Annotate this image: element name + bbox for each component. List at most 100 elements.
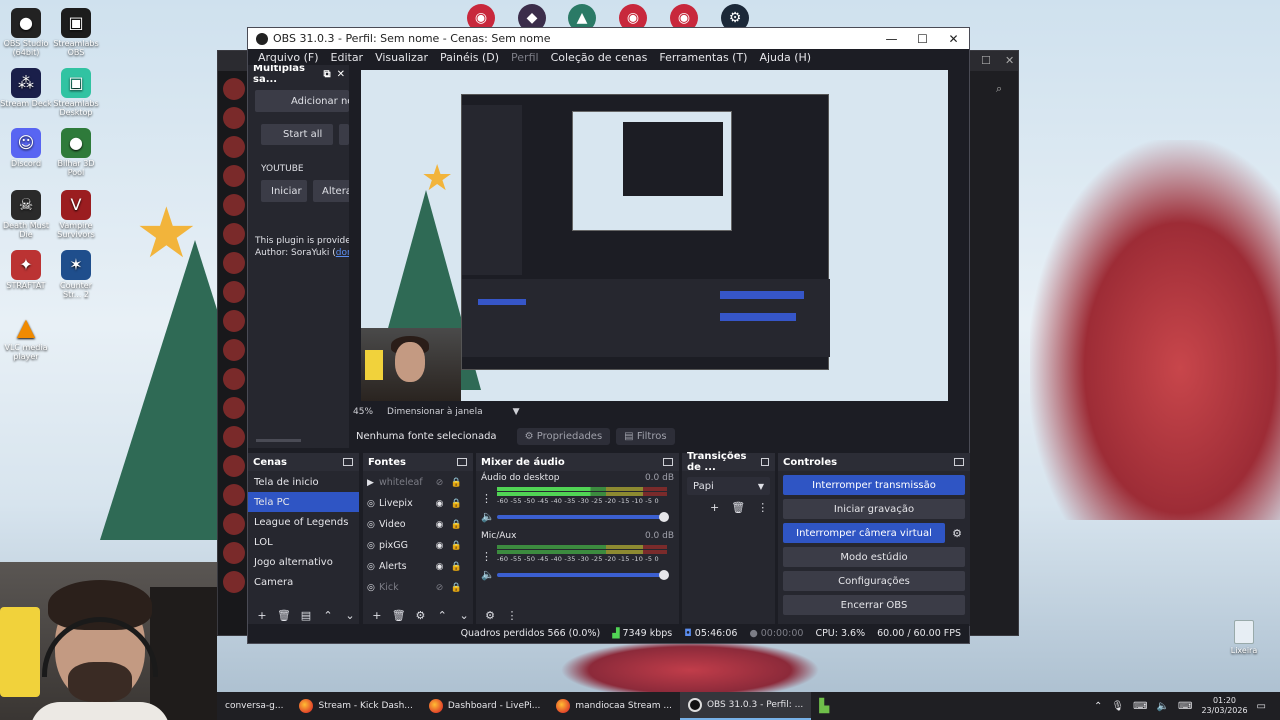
eye-icon[interactable]: ◉ <box>431 520 448 530</box>
desktop-icon-straftat[interactable]: ✦ STRAFTAT <box>0 250 52 291</box>
start-recording-button[interactable]: Iniciar gravação <box>783 499 965 519</box>
taskbar-item[interactable]: conversa-g... <box>217 692 291 720</box>
network-icon[interactable]: ⌨ <box>1133 701 1147 712</box>
source-item[interactable]: ◎ Kick ⊘ 🔒 <box>363 577 473 598</box>
transition-select[interactable]: Papi ▼ <box>687 477 770 495</box>
more-icon[interactable]: ⋮ <box>481 550 493 563</box>
taskbar-item[interactable]: Dashboard - LivePi... <box>421 692 549 720</box>
edit-youtube-button[interactable]: Altera <box>313 180 349 202</box>
volume-icon[interactable]: 🔈 <box>1157 701 1169 712</box>
lock-icon[interactable]: 🔒 <box>448 520 465 530</box>
more-icon[interactable]: ⋮ <box>503 609 521 622</box>
add-icon[interactable]: + <box>710 501 719 514</box>
add-icon[interactable]: + <box>253 609 271 622</box>
desktop-icon-counter-strike[interactable]: ✶ Counter Str... 2 <box>50 250 102 300</box>
source-item[interactable]: ▶ whiteleaf ⊘ 🔒 <box>363 472 473 493</box>
properties-button[interactable]: ⚙ Propriedades <box>516 427 611 445</box>
channel-avatar[interactable] <box>223 252 245 274</box>
desktop-icon-death-must-die[interactable]: ☠ Death Must Die <box>0 190 52 240</box>
source-item[interactable]: ◎ Livepix ◉ 🔒 <box>363 493 473 514</box>
close-icon[interactable]: ✕ <box>938 32 969 46</box>
chevron-up-icon[interactable]: ⌃ <box>1094 701 1102 712</box>
trash-icon[interactable]: 🗑 <box>731 501 745 514</box>
eye-icon[interactable]: ◉ <box>431 499 448 509</box>
channel-avatar[interactable] <box>223 78 245 100</box>
menu-ajuda[interactable]: Ajuda (H) <box>753 51 817 64</box>
add-icon[interactable]: + <box>368 609 386 622</box>
channel-avatar[interactable] <box>223 194 245 216</box>
channel-avatar[interactable] <box>223 165 245 187</box>
studio-mode-button[interactable]: Modo estúdio <box>783 547 965 567</box>
more-icon[interactable]: ⋮ <box>757 501 768 514</box>
lock-icon[interactable]: 🔒 <box>448 499 465 509</box>
filters-button[interactable]: ▤ Filtros <box>616 427 675 445</box>
speaker-icon[interactable]: 🔈 <box>481 568 495 581</box>
eye-slash-icon[interactable]: ⊘ <box>431 478 448 488</box>
dock-scrollbar[interactable] <box>256 439 301 442</box>
lock-icon[interactable]: 🔒 <box>448 478 465 488</box>
taskbar-item[interactable]: ▙ <box>811 692 837 720</box>
scene-item[interactable]: Camera <box>248 572 359 592</box>
donate-link[interactable]: dona <box>336 248 349 258</box>
search-icon[interactable]: ⌕ <box>996 82 1002 96</box>
lock-icon[interactable]: 🔒 <box>448 583 465 593</box>
maximize-icon[interactable]: ☐ <box>907 32 938 46</box>
menu-perfil[interactable]: Perfil <box>505 51 545 64</box>
preview-canvas[interactable]: ★ <box>361 70 948 401</box>
menu-editar[interactable]: Editar <box>325 51 370 64</box>
desktop-icon-streamlabs-obs[interactable]: ▣ Streamlabs OBS <box>50 8 102 58</box>
undock-icon[interactable] <box>954 458 964 466</box>
exit-obs-button[interactable]: Encerrar OBS <box>783 595 965 615</box>
chevron-up-icon[interactable]: ⌃ <box>319 609 337 622</box>
channel-avatar[interactable] <box>223 571 245 593</box>
channel-avatar[interactable] <box>223 542 245 564</box>
gear-icon[interactable]: ⚙ <box>481 609 499 622</box>
channel-avatar[interactable] <box>223 455 245 477</box>
lock-icon[interactable]: 🔒 <box>448 541 465 551</box>
scene-item[interactable]: Tela de inicio <box>248 472 359 492</box>
start-youtube-button[interactable]: Iniciar <box>261 180 307 202</box>
channel-avatar[interactable] <box>223 281 245 303</box>
obs-window[interactable]: OBS 31.0.3 - Perfil: Sem nome - Cenas: S… <box>247 27 970 644</box>
more-icon[interactable]: ⋮ <box>481 492 493 505</box>
menu-arquivo[interactable]: Arquivo (F) <box>252 51 325 64</box>
scene-item[interactable]: League of Legends <box>248 512 359 532</box>
channel-avatar[interactable] <box>223 223 245 245</box>
undock-icon[interactable] <box>760 458 769 466</box>
undock-icon[interactable]: ⧉ <box>323 69 330 80</box>
scene-item[interactable]: Jogo alternativo <box>248 552 359 572</box>
settings-button[interactable]: Configurações <box>783 571 965 591</box>
volume-slider[interactable] <box>497 569 669 580</box>
eye-slash-icon[interactable]: ⊘ <box>431 583 448 593</box>
channel-avatar[interactable] <box>223 397 245 419</box>
keyboard-icon[interactable]: ⌨ <box>1178 701 1192 712</box>
chevron-up-icon[interactable]: ⌃ <box>433 609 451 622</box>
desktop-icon-pool[interactable]: ● Bilhar 3D Pool <box>50 128 102 178</box>
channel-avatar[interactable] <box>223 136 245 158</box>
chevron-down-icon[interactable]: ▼ <box>513 407 520 417</box>
clock[interactable]: 01:20 23/03/2026 <box>1201 696 1247 717</box>
channel-avatar[interactable] <box>223 513 245 535</box>
menu-paineis[interactable]: Painéis (D) <box>434 51 505 64</box>
add-output-button[interactable]: Adicionar nov <box>255 90 349 112</box>
menu-colecao-de-cenas[interactable]: Coleção de cenas <box>545 51 654 64</box>
desktop-icon-vampire-survivors[interactable]: V Vampire Survivors <box>50 190 102 240</box>
scene-item-selected[interactable]: Tela PC <box>248 492 359 512</box>
close-icon[interactable]: ✕ <box>337 69 345 80</box>
close-icon[interactable]: ✕ <box>1005 54 1014 67</box>
desktop-icon-vlc[interactable]: ▲ VLC media player <box>0 312 52 362</box>
speaker-icon[interactable]: 🔈 <box>481 510 495 523</box>
notifications-icon[interactable]: ▭ <box>1257 701 1266 712</box>
start-all-button[interactable]: Start all <box>261 124 333 145</box>
eye-icon[interactable]: ◉ <box>431 541 448 551</box>
filter-icon[interactable]: ▤ <box>297 609 315 622</box>
taskbar-item[interactable]: Stream - Kick Dash... <box>291 692 420 720</box>
stop-all-button[interactable] <box>339 124 349 145</box>
volume-slider[interactable] <box>497 511 669 522</box>
desktop-icon-discord[interactable]: ☺ Discord <box>0 128 52 169</box>
undock-icon[interactable] <box>457 458 467 466</box>
stop-stream-button[interactable]: Interromper transmissão <box>783 475 965 495</box>
microphone-icon[interactable]: 🎙 <box>1111 701 1124 712</box>
scene-item[interactable]: LOL <box>248 532 359 552</box>
channel-avatar[interactable] <box>223 426 245 448</box>
